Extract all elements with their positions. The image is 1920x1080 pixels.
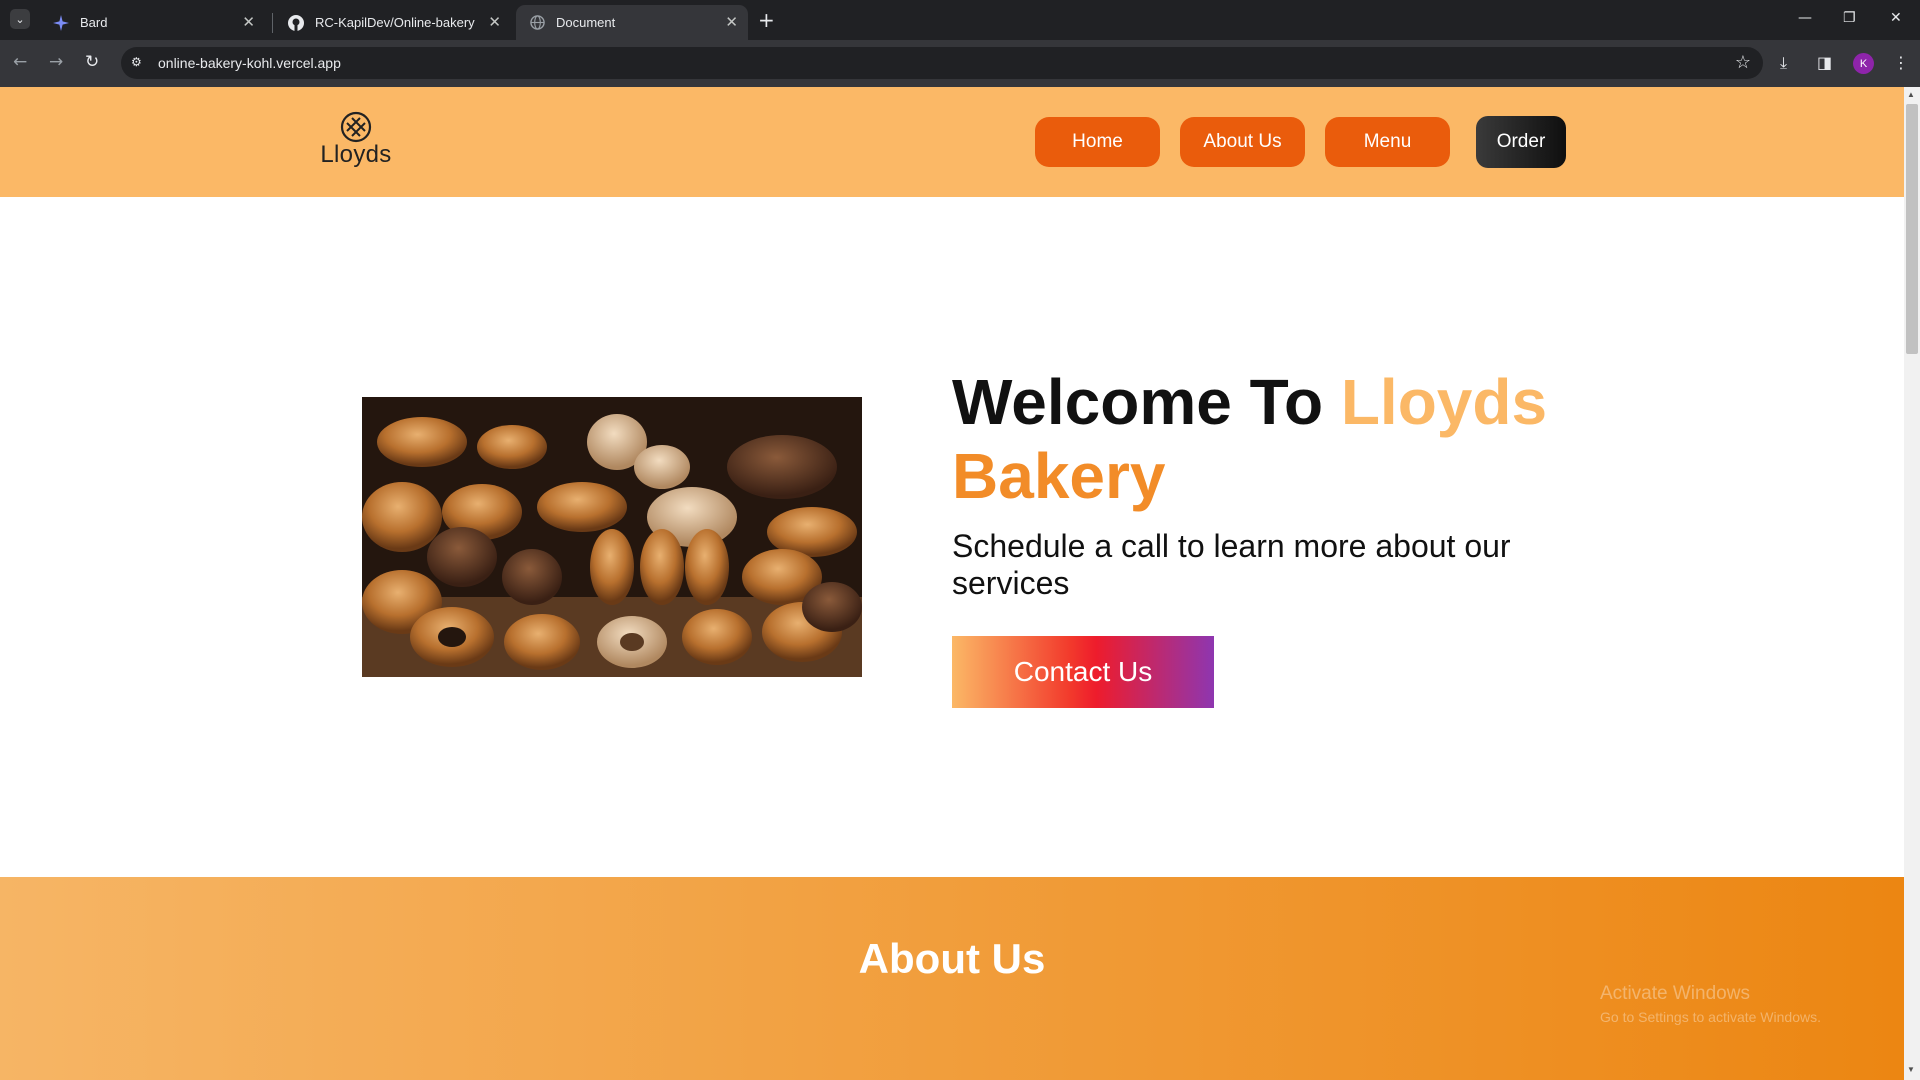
tab-search-button[interactable]: ⌄: [10, 9, 30, 29]
github-icon: [287, 14, 305, 32]
hero-subtitle: Schedule a call to learn more about our …: [952, 528, 1511, 601]
site-logo[interactable]: Lloyds: [320, 111, 392, 171]
url-text[interactable]: online-bakery-kohl.vercel.app: [158, 55, 341, 71]
hero-title: Welcome To Lloyds Bakery: [952, 365, 1572, 513]
scrollbar-thumb[interactable]: [1906, 104, 1918, 354]
new-tab-icon[interactable]: +: [758, 8, 775, 32]
hero-title-prefix: Welcome To: [952, 366, 1341, 438]
tab-github[interactable]: RC-KapilDev/Online-bakery ✕: [275, 5, 511, 40]
globe-icon: [528, 14, 546, 32]
close-tab-icon[interactable]: ✕: [725, 13, 738, 31]
order-button[interactable]: Order: [1476, 116, 1566, 168]
close-window-icon[interactable]: ✕: [1890, 10, 1902, 26]
hero-title-accent-bakery: Bakery: [952, 440, 1166, 512]
reload-icon[interactable]: ↻: [85, 52, 99, 72]
browser-tab-bar: ⌄ Bard ✕ RC-KapilDev/Online-bakery ✕ Doc…: [0, 0, 1920, 40]
address-bar[interactable]: ⚙ online-bakery-kohl.vercel.app ☆: [121, 47, 1763, 79]
download-icon[interactable]: ⤓: [1780, 53, 1787, 73]
scroll-up-arrow-icon[interactable]: ▲: [1907, 90, 1915, 99]
bookmark-star-icon[interactable]: ☆: [1735, 52, 1751, 73]
sparkle-icon: [52, 14, 70, 32]
close-tab-icon[interactable]: ✕: [242, 13, 255, 31]
avatar[interactable]: K: [1853, 53, 1874, 74]
logo-mark-icon: [340, 111, 372, 143]
nav-home-button[interactable]: Home: [1035, 117, 1160, 167]
pastries-illustration: [362, 397, 862, 677]
windows-activation-subtitle: Go to Settings to activate Windows.: [1600, 1009, 1821, 1025]
hero-title-accent-lloyds: Lloyds: [1340, 366, 1548, 438]
more-menu-icon[interactable]: ⋮: [1893, 53, 1909, 72]
nav-about-button[interactable]: About Us: [1180, 117, 1305, 167]
restore-icon[interactable]: ❐: [1843, 10, 1856, 26]
tab-separator: [272, 13, 273, 33]
browser-toolbar: ← → ↻ ⚙ online-bakery-kohl.vercel.app ☆ …: [0, 40, 1920, 87]
site-info-icon[interactable]: ⚙: [131, 55, 147, 71]
tab-title: Document: [556, 15, 616, 30]
side-panel-icon[interactable]: ◨: [1817, 53, 1832, 72]
site-header: Lloyds Home About Us Menu Order: [0, 87, 1904, 197]
tab-bard[interactable]: Bard ✕: [40, 5, 265, 40]
back-icon[interactable]: ←: [13, 52, 27, 72]
close-tab-icon[interactable]: ✕: [488, 13, 501, 31]
about-heading: About Us: [858, 935, 1046, 982]
tab-document[interactable]: Document ✕: [516, 5, 748, 40]
bakery-hero-image: [362, 397, 862, 677]
forward-icon[interactable]: →: [49, 52, 63, 72]
nav-menu-button[interactable]: Menu: [1325, 117, 1450, 167]
tab-title: Bard: [80, 15, 108, 30]
page-viewport: Lloyds Home About Us Menu Order Welcome …: [0, 87, 1904, 1080]
contact-us-button[interactable]: Contact Us: [952, 636, 1214, 708]
scroll-down-arrow-icon[interactable]: ▼: [1907, 1065, 1915, 1074]
tab-title: RC-KapilDev/Online-bakery: [315, 15, 475, 30]
logo-text: Lloyds: [320, 141, 392, 168]
windows-activation-title: Activate Windows: [1600, 983, 1750, 1004]
minimize-icon[interactable]: —: [1798, 10, 1812, 26]
